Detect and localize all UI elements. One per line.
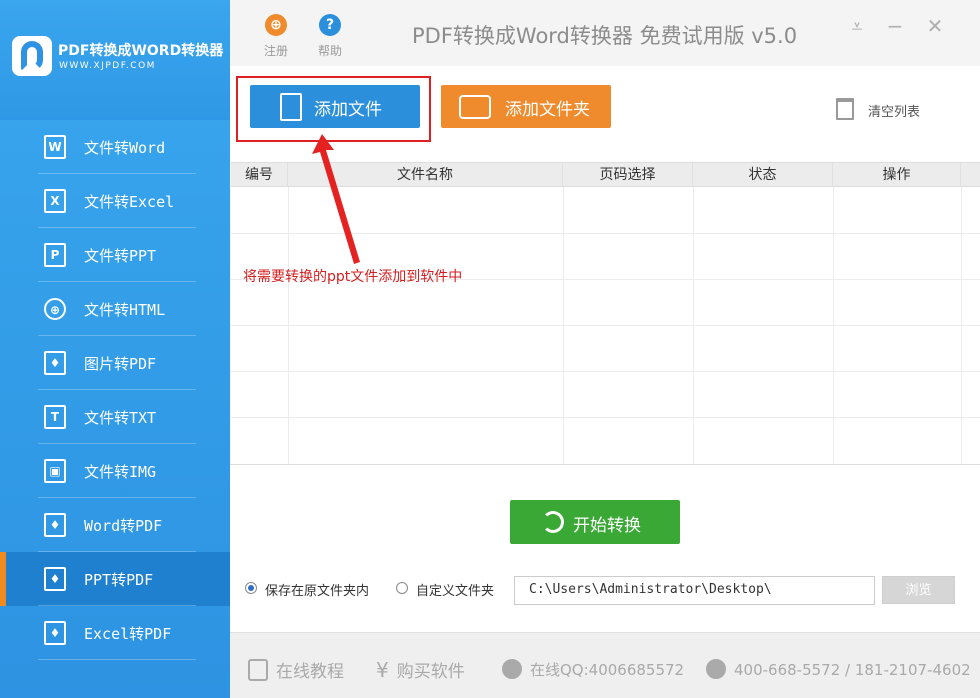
highlight-box xyxy=(236,76,431,142)
column-divider xyxy=(961,187,962,465)
column-header-actions: 操作 xyxy=(833,163,961,187)
sidebar-item-label: 文件转IMG xyxy=(84,463,157,481)
title-bar: ⊕ 注册 ? 帮助 PDF转换成Word转换器 免费试用版 v5.0 ⩡ − ✕ xyxy=(230,0,980,66)
sidebar-item-file-to-excel[interactable]: X 文件转Excel xyxy=(0,174,230,228)
ppt-file-icon: P xyxy=(44,243,66,267)
sidebar-item-label: 图片转PDF xyxy=(84,355,157,373)
custom-folder-label: 自定义文件夹 xyxy=(416,584,495,599)
word-file-icon: W xyxy=(44,135,66,159)
sidebar-item-excel-to-pdf[interactable]: ♦ Excel转PDF xyxy=(0,606,230,660)
phone-info: 400-668-5572 / 181-2107-4602 xyxy=(706,659,971,679)
row-divider xyxy=(231,371,980,372)
column-divider xyxy=(693,187,694,465)
sidebar: PDF转换成WORD转换器 WWW.XJPDF.COM W 文件转Word X … xyxy=(0,0,230,698)
custom-folder-radio[interactable] xyxy=(396,582,408,594)
sidebar-item-file-to-img[interactable]: ▣ 文件转IMG xyxy=(0,444,230,498)
phone-icon xyxy=(706,659,726,679)
yen-icon: ¥ xyxy=(376,658,389,682)
sidebar-item-ppt-to-pdf[interactable]: ♦ PPT转PDF xyxy=(0,552,230,606)
help-button[interactable]: ? 帮助 xyxy=(310,14,350,59)
pdf-file-icon: ♦ xyxy=(44,513,66,537)
sidebar-item-file-to-ppt[interactable]: P 文件转PPT xyxy=(0,228,230,282)
pdf-file-icon: ♦ xyxy=(44,351,66,375)
sidebar-item-file-to-html[interactable]: ⊕ 文件转HTML xyxy=(0,282,230,336)
globe-icon: ⊕ xyxy=(44,298,66,320)
logo-subtitle: WWW.XJPDF.COM xyxy=(59,61,156,71)
sidebar-item-label: Word转PDF xyxy=(84,517,163,535)
refresh-icon xyxy=(542,511,564,533)
conversion-panel xyxy=(230,464,980,632)
phone-label: 400-668-5572 / 181-2107-4602 xyxy=(734,661,971,679)
add-folder-button[interactable]: 添加文件夹 xyxy=(441,85,611,128)
close-icon[interactable]: ✕ xyxy=(923,14,947,38)
online-tutorial-label: 在线教程 xyxy=(276,662,344,682)
minimize-icon[interactable]: − xyxy=(883,14,907,38)
column-divider xyxy=(563,187,564,465)
sidebar-item-label: PPT转PDF xyxy=(84,571,154,589)
sidebar-item-label: 文件转TXT xyxy=(84,409,157,427)
app-title: PDF转换成Word转换器 免费试用版 v5.0 xyxy=(412,24,798,48)
sidebar-item-label: 文件转PPT xyxy=(84,247,157,265)
row-divider xyxy=(231,417,980,418)
register-label: 注册 xyxy=(263,44,288,58)
sidebar-item-label: Excel转PDF xyxy=(84,625,172,643)
start-conversion-label: 开始转换 xyxy=(573,516,641,536)
column-header-page-selection: 页码选择 xyxy=(563,163,693,187)
column-header-number: 编号 xyxy=(231,163,288,187)
clear-list-label: 清空列表 xyxy=(868,105,921,120)
output-path-field[interactable]: C:\Users\Administrator\Desktop\ xyxy=(514,576,875,605)
column-header-status: 状态 xyxy=(693,163,833,187)
register-button[interactable]: ⊕ 注册 xyxy=(256,14,296,59)
sidebar-item-file-to-txt[interactable]: T 文件转TXT xyxy=(0,390,230,444)
help-icon: ? xyxy=(319,14,341,36)
online-qq-link[interactable]: 在线QQ:4006685572 xyxy=(502,659,684,680)
buy-software-link[interactable]: ¥ 购买软件 xyxy=(376,657,465,682)
column-divider xyxy=(833,187,834,465)
annotation-arrow xyxy=(312,134,360,264)
pdf-file-icon: ♦ xyxy=(44,567,66,591)
txt-file-icon: T xyxy=(44,405,66,429)
add-folder-label: 添加文件夹 xyxy=(505,100,590,120)
sidebar-item-label: 文件转HTML xyxy=(84,301,166,319)
qq-icon xyxy=(502,659,522,679)
document-icon xyxy=(248,659,268,681)
annotation-text: 将需要转换的ppt文件添加到软件中 xyxy=(243,269,463,285)
start-conversion-button[interactable]: 开始转换 xyxy=(510,500,680,544)
sidebar-item-word-to-pdf[interactable]: ♦ Word转PDF xyxy=(0,498,230,552)
image-icon: ▣ xyxy=(44,459,66,483)
logo-icon xyxy=(12,36,52,76)
sidebar-item-label: 文件转Excel xyxy=(84,193,175,211)
app-logo: PDF转换成WORD转换器 WWW.XJPDF.COM xyxy=(0,0,230,120)
sidebar-item-image-to-pdf[interactable]: ♦ 图片转PDF xyxy=(0,336,230,390)
save-original-radio[interactable] xyxy=(245,582,257,594)
online-qq-label: 在线QQ:4006685572 xyxy=(530,661,685,679)
folder-icon xyxy=(459,95,491,119)
sidebar-item-label: 文件转Word xyxy=(84,139,166,157)
save-original-label: 保存在原文件夹内 xyxy=(265,584,370,599)
online-tutorial-link[interactable]: 在线教程 xyxy=(248,657,344,682)
trash-icon xyxy=(836,98,854,120)
logo-title: PDF转换成WORD转换器 xyxy=(58,43,224,59)
pdf-file-icon: ♦ xyxy=(44,621,66,645)
row-divider xyxy=(231,325,980,326)
sidebar-item-file-to-word[interactable]: W 文件转Word xyxy=(0,120,230,174)
browse-button[interactable]: 浏览 xyxy=(882,576,955,604)
sidebar-menu: W 文件转Word X 文件转Excel P 文件转PPT ⊕ 文件转HTML … xyxy=(0,120,230,660)
buy-software-label: 购买软件 xyxy=(396,662,465,682)
column-divider xyxy=(288,187,289,465)
menu-dropdown-icon[interactable]: ⩡ xyxy=(845,14,869,38)
excel-file-icon: X xyxy=(44,189,66,213)
register-icon: ⊕ xyxy=(265,14,287,36)
help-label: 帮助 xyxy=(317,44,342,58)
